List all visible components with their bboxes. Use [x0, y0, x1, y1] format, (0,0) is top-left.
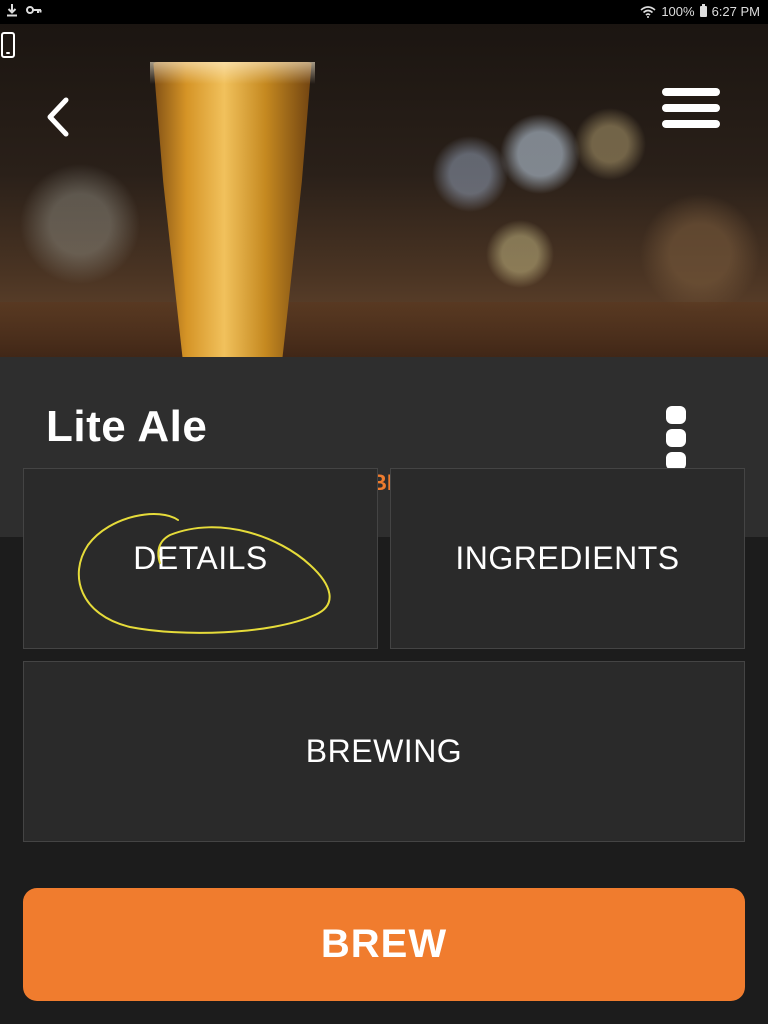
beer-name-title: Lite Ale: [46, 402, 208, 451]
brewing-label: BREWING: [305, 733, 463, 769]
wifi-icon: [640, 5, 656, 18]
brew-button-label: BREW: [320, 922, 448, 966]
status-right-icons: 100% 6:27 PM: [640, 4, 760, 19]
menu-bar: [662, 104, 720, 112]
kebab-menu-icon[interactable]: [666, 406, 690, 470]
details-label: DETAILS: [133, 540, 268, 576]
status-left-icons: [6, 3, 42, 17]
status-bar: 100% 6:27 PM: [0, 0, 768, 24]
download-icon: [7, 4, 17, 17]
battery-icon: [699, 4, 707, 17]
battery-percent: 100%: [661, 4, 695, 19]
kebab-dot: [666, 406, 686, 424]
chevron-left-icon: [47, 97, 69, 137]
beer-glass-highlight: [150, 62, 315, 84]
details-tile[interactable]: DETAILS: [23, 468, 378, 649]
hamburger-menu-icon[interactable]: [660, 88, 724, 140]
hero-bar-counter: [0, 302, 768, 357]
phone-icon: [1, 32, 15, 58]
clock: 6:27 PM: [711, 4, 760, 19]
ingredients-tile[interactable]: INGREDIENTS: [390, 468, 745, 649]
brew-button[interactable]: BREW: [23, 888, 745, 1001]
ingredients-label: INGREDIENTS: [455, 540, 680, 576]
menu-bar: [662, 120, 720, 128]
brewing-tile[interactable]: BREWING: [23, 661, 745, 842]
back-button[interactable]: [40, 92, 80, 142]
hero-image: [0, 24, 768, 357]
key-icon: [26, 6, 42, 14]
kebab-dot: [666, 429, 686, 447]
menu-bar: [662, 88, 720, 96]
